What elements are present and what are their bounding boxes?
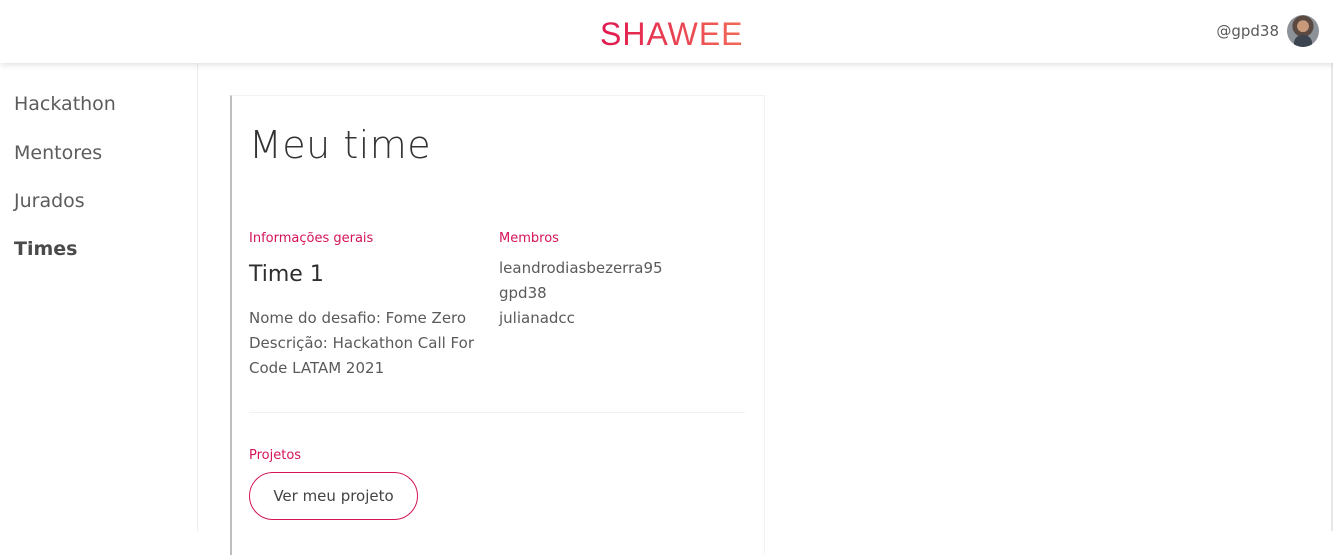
view-project-button[interactable]: Ver meu projeto — [249, 472, 418, 520]
sidebar: Hackathon Mentores Jurados Times — [0, 63, 198, 531]
sidebar-item-hackathon[interactable]: Hackathon — [14, 93, 116, 115]
section-divider — [249, 412, 745, 413]
top-bar: SHAWEE @gpd38 — [0, 0, 1333, 63]
member-item: gpd38 — [499, 284, 547, 302]
avatar[interactable] — [1287, 15, 1319, 47]
username: @gpd38 — [1216, 22, 1279, 40]
member-item: julianadcc — [499, 309, 575, 327]
sidebar-item-jurados[interactable]: Jurados — [14, 190, 85, 212]
team-description: Nome do desafio: Fome Zero Descrição: Ha… — [249, 309, 474, 377]
shawee-logo[interactable]: SHAWEE — [600, 14, 744, 54]
team-name: Time 1 — [249, 262, 324, 287]
projects-label: Projetos — [249, 448, 302, 463]
general-info-label: Informações gerais — [249, 231, 374, 246]
sidebar-item-times[interactable]: Times — [14, 238, 77, 260]
page-title: Meu time — [249, 123, 432, 167]
team-card: Meu time Informações gerais Time 1 Nome … — [230, 95, 765, 555]
members-list: leandrodiasbezerra95 gpd38 julianadcc — [499, 256, 663, 331]
members-label: Membros — [499, 231, 559, 246]
user-menu[interactable]: @gpd38 — [1216, 15, 1319, 47]
sidebar-item-mentores[interactable]: Mentores — [14, 142, 102, 164]
member-item: leandrodiasbezerra95 — [499, 259, 663, 277]
